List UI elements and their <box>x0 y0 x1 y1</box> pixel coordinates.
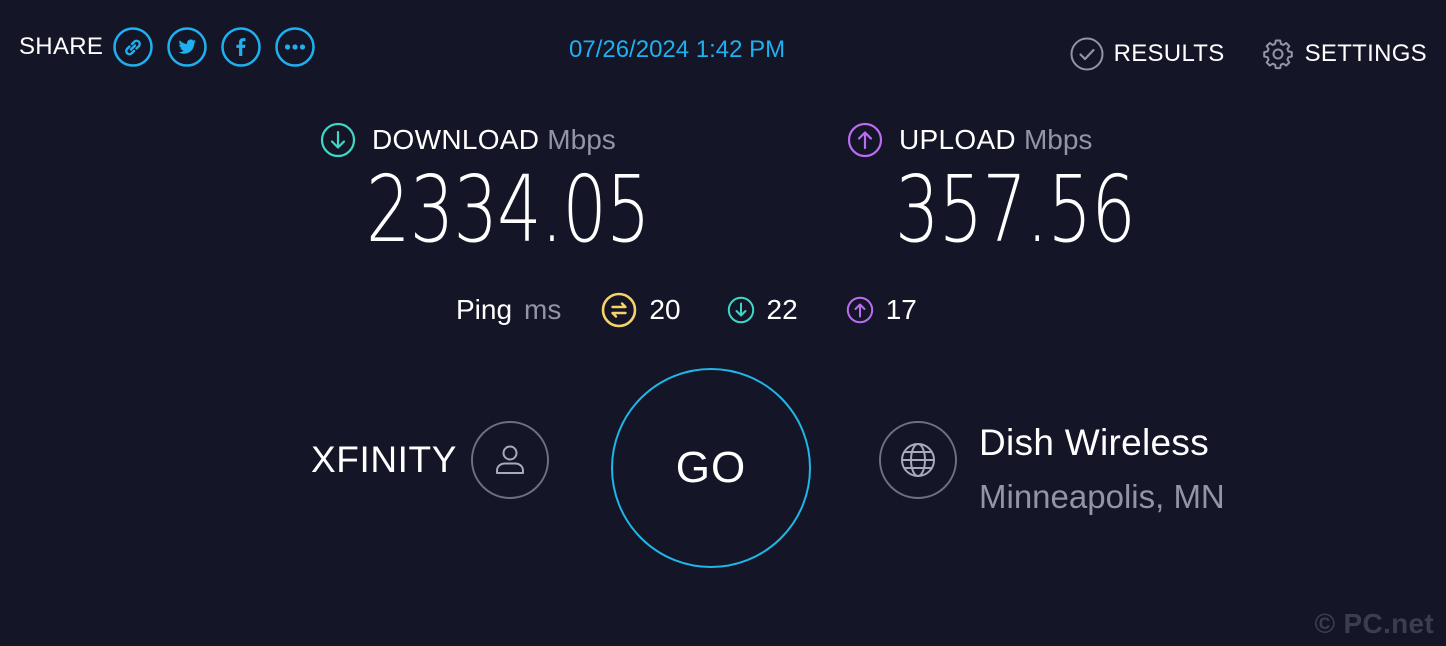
ping-download-value: 22 <box>766 294 798 325</box>
go-label: GO <box>675 443 747 492</box>
share-facebook-button[interactable] <box>221 27 261 67</box>
idle-ping-icon <box>602 292 637 328</box>
ping-idle: 20 <box>601 292 681 328</box>
server-info: Dish Wireless Minneapolis, MN <box>879 421 1225 517</box>
twitter-icon <box>167 27 207 67</box>
download-arrow-icon <box>320 122 356 158</box>
ping-unit: ms <box>524 294 562 325</box>
upload-metric: UPLOAD Mbps 357.56 <box>847 120 1211 256</box>
download-header: DOWNLOAD Mbps <box>320 120 739 160</box>
ping-upload: 17 <box>846 294 917 326</box>
provider-name: XFINITY <box>311 439 458 480</box>
results-label: RESULTS <box>1113 40 1225 67</box>
upload-unit: Mbps <box>1023 124 1093 155</box>
server-text: Dish Wireless Minneapolis, MN <box>979 421 1225 517</box>
upload-arrow-icon <box>847 122 883 158</box>
ping-label: Ping <box>456 294 513 325</box>
check-circle-icon <box>1070 37 1104 71</box>
server-name: Dish Wireless <box>979 422 1210 463</box>
share-label: SHARE <box>19 33 104 60</box>
ping-upload-value: 17 <box>885 294 917 325</box>
ping-idle-value: 20 <box>649 294 681 325</box>
download-unit: Mbps <box>547 124 616 155</box>
upload-title: UPLOAD <box>899 124 1016 155</box>
settings-link[interactable]: SETTINGS <box>1261 37 1427 71</box>
server-location: Minneapolis, MN <box>979 478 1225 515</box>
ping-row: Ping ms 20 22 17 <box>456 290 917 330</box>
link-icon <box>113 27 153 67</box>
download-metric: DOWNLOAD Mbps 2334.05 <box>320 120 739 256</box>
share-twitter-button[interactable] <box>167 27 207 67</box>
upload-header: UPLOAD Mbps <box>847 120 1211 160</box>
share-more-button[interactable] <box>275 27 315 67</box>
go-button[interactable]: GO <box>611 368 811 568</box>
provider-info: XFINITY <box>311 421 550 499</box>
upload-ping-icon <box>846 296 873 324</box>
results-link[interactable]: RESULTS <box>1070 37 1225 71</box>
settings-label: SETTINGS <box>1304 40 1427 67</box>
share-link-button[interactable] <box>113 27 153 67</box>
share-bar: SHARE <box>19 24 329 70</box>
ping-download: 22 <box>727 294 798 326</box>
user-icon <box>496 445 525 474</box>
change-server-button[interactable] <box>879 421 957 499</box>
top-nav: RESULTS SETTINGS <box>1070 36 1427 72</box>
watermark: © PC.net <box>1314 608 1434 639</box>
facebook-icon <box>221 27 261 67</box>
download-title: DOWNLOAD <box>372 124 540 155</box>
test-datetime: 07/26/2024 1:42 PM <box>569 36 786 63</box>
gear-icon <box>1262 39 1293 70</box>
globe-icon <box>901 443 935 477</box>
download-value: 2334.05 <box>366 156 651 263</box>
download-ping-icon <box>727 296 754 324</box>
more-icon <box>275 27 315 67</box>
upload-value: 357.56 <box>895 156 1136 263</box>
provider-avatar <box>471 421 550 499</box>
